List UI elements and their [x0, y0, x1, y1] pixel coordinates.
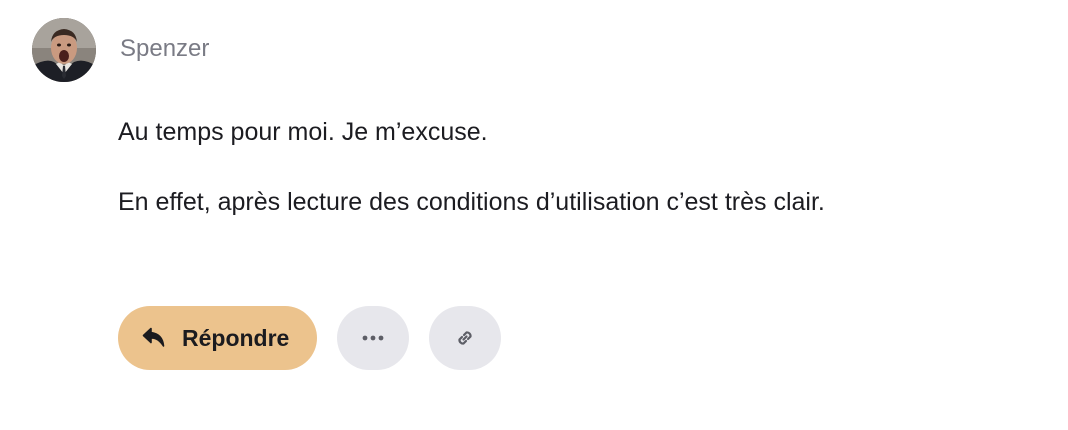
reply-button-label: Répondre [182, 324, 290, 351]
more-options-button[interactable] [337, 306, 409, 370]
post-paragraph-1: Au temps pour moi. Je m’excuse. [118, 118, 488, 146]
reply-arrow-icon [142, 327, 166, 349]
link-icon [453, 326, 477, 350]
avatar-image [32, 18, 96, 82]
post-paragraph-2: En effet, après lecture des conditions d… [118, 188, 825, 216]
avatar[interactable] [32, 18, 96, 82]
reply-button[interactable]: Répondre [118, 306, 317, 370]
post-body: Au temps pour moi. Je m’excuse. En effet… [118, 114, 1018, 220]
post: Spenzer Au temps pour moi. Je m’excuse. … [0, 0, 1068, 430]
author-name[interactable]: Spenzer [120, 34, 209, 64]
post-actions: Répondre [118, 306, 501, 370]
copy-link-button[interactable] [429, 306, 501, 370]
ellipsis-icon [362, 335, 384, 341]
